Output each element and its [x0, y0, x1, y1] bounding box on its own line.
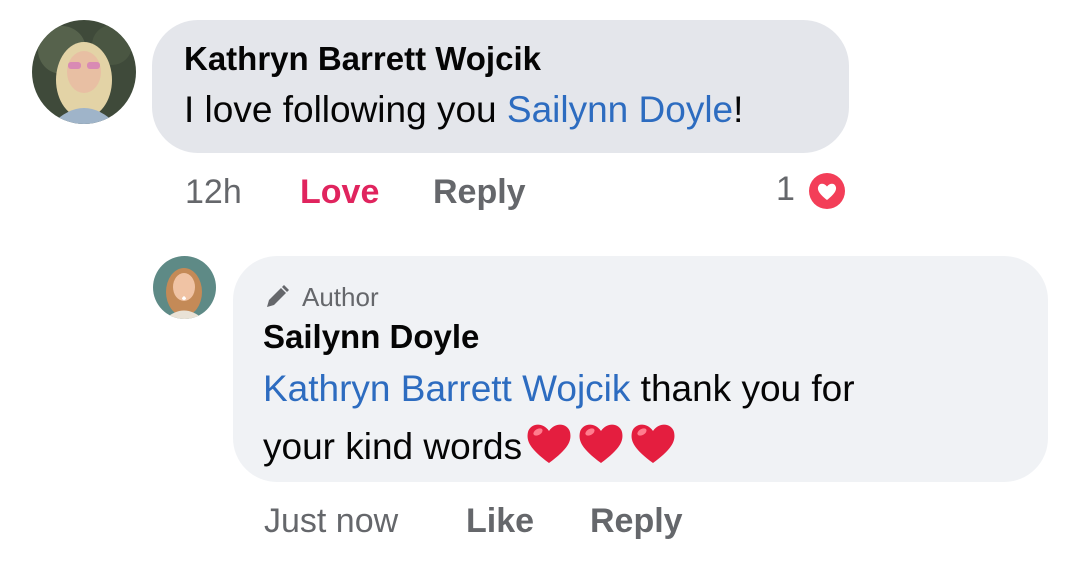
- heart-emoji-icon: [631, 424, 675, 463]
- author-badge: Author: [262, 281, 379, 313]
- comment-mention-link[interactable]: Sailynn Doyle: [507, 89, 733, 130]
- reply-text-line-2: your kind words: [263, 419, 678, 468]
- avatar[interactable]: [32, 20, 136, 124]
- reply-mention-link[interactable]: Kathryn Barrett Wojcik: [263, 368, 630, 409]
- heart-emojis: [524, 419, 678, 465]
- reply-author-name[interactable]: Sailynn Doyle: [263, 318, 479, 356]
- comment-text-before: I love following you: [184, 89, 507, 130]
- reply-text-line-1: Kathryn Barrett Wojcik thank you for: [263, 368, 855, 410]
- reply-text-part-1: thank you for: [630, 368, 855, 409]
- love-reaction-button[interactable]: Love: [300, 173, 379, 212]
- comment-reply-button[interactable]: Reply: [433, 173, 526, 212]
- reply-reply-button[interactable]: Reply: [590, 502, 683, 541]
- comment-text: I love following you Sailynn Doyle!: [184, 89, 743, 131]
- heart-emoji-icon: [579, 424, 623, 463]
- author-badge-label: Author: [302, 281, 379, 312]
- heart-emoji-icon: [527, 424, 571, 463]
- reply-timestamp[interactable]: Just now: [264, 502, 398, 541]
- reaction-count[interactable]: 1: [776, 170, 795, 209]
- comment-text-after: !: [733, 89, 744, 130]
- like-button[interactable]: Like: [466, 502, 534, 541]
- reply-text-part-2: your kind words: [263, 426, 523, 467]
- comment-timestamp[interactable]: 12h: [185, 173, 242, 212]
- heart-reaction-icon[interactable]: [806, 170, 848, 212]
- pencil-icon: [262, 282, 292, 312]
- comment-author-name[interactable]: Kathryn Barrett Wojcik: [184, 40, 541, 78]
- reply-avatar[interactable]: [153, 256, 216, 319]
